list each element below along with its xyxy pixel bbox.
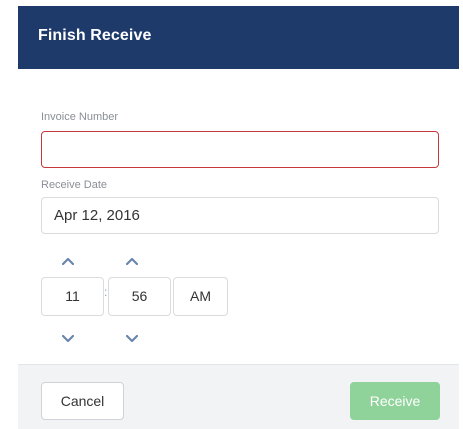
cancel-button[interactable]: Cancel xyxy=(41,382,124,420)
finish-receive-dialog: Finish Receive Invoice Number Receive Da… xyxy=(18,6,459,429)
chevron-up-icon xyxy=(62,257,74,265)
chevron-down-icon xyxy=(126,335,138,343)
receive-button[interactable]: Receive xyxy=(350,382,440,420)
receive-date-label: Receive Date xyxy=(41,179,108,191)
dialog-title: Finish Receive xyxy=(38,27,152,44)
chevron-down-icon xyxy=(62,335,74,343)
meridiem-toggle-button[interactable]: AM xyxy=(173,277,228,316)
hours-input[interactable]: 11 xyxy=(41,277,104,316)
time-separator: : xyxy=(104,285,108,299)
minutes-decrement-button[interactable] xyxy=(119,329,145,349)
dialog-body: Invoice Number Receive Date Apr 12, 2016… xyxy=(18,69,459,364)
hours-decrement-button[interactable] xyxy=(55,329,81,349)
dialog-footer: Cancel Receive xyxy=(18,364,459,429)
hours-increment-button[interactable] xyxy=(55,251,81,271)
chevron-up-icon xyxy=(126,257,138,265)
receive-date-input[interactable]: Apr 12, 2016 xyxy=(41,197,439,234)
minutes-input[interactable]: 56 xyxy=(108,277,171,316)
invoice-number-input[interactable] xyxy=(41,131,439,168)
invoice-number-label: Invoice Number xyxy=(41,111,119,123)
dialog-header: Finish Receive xyxy=(18,6,459,69)
minutes-increment-button[interactable] xyxy=(119,251,145,271)
